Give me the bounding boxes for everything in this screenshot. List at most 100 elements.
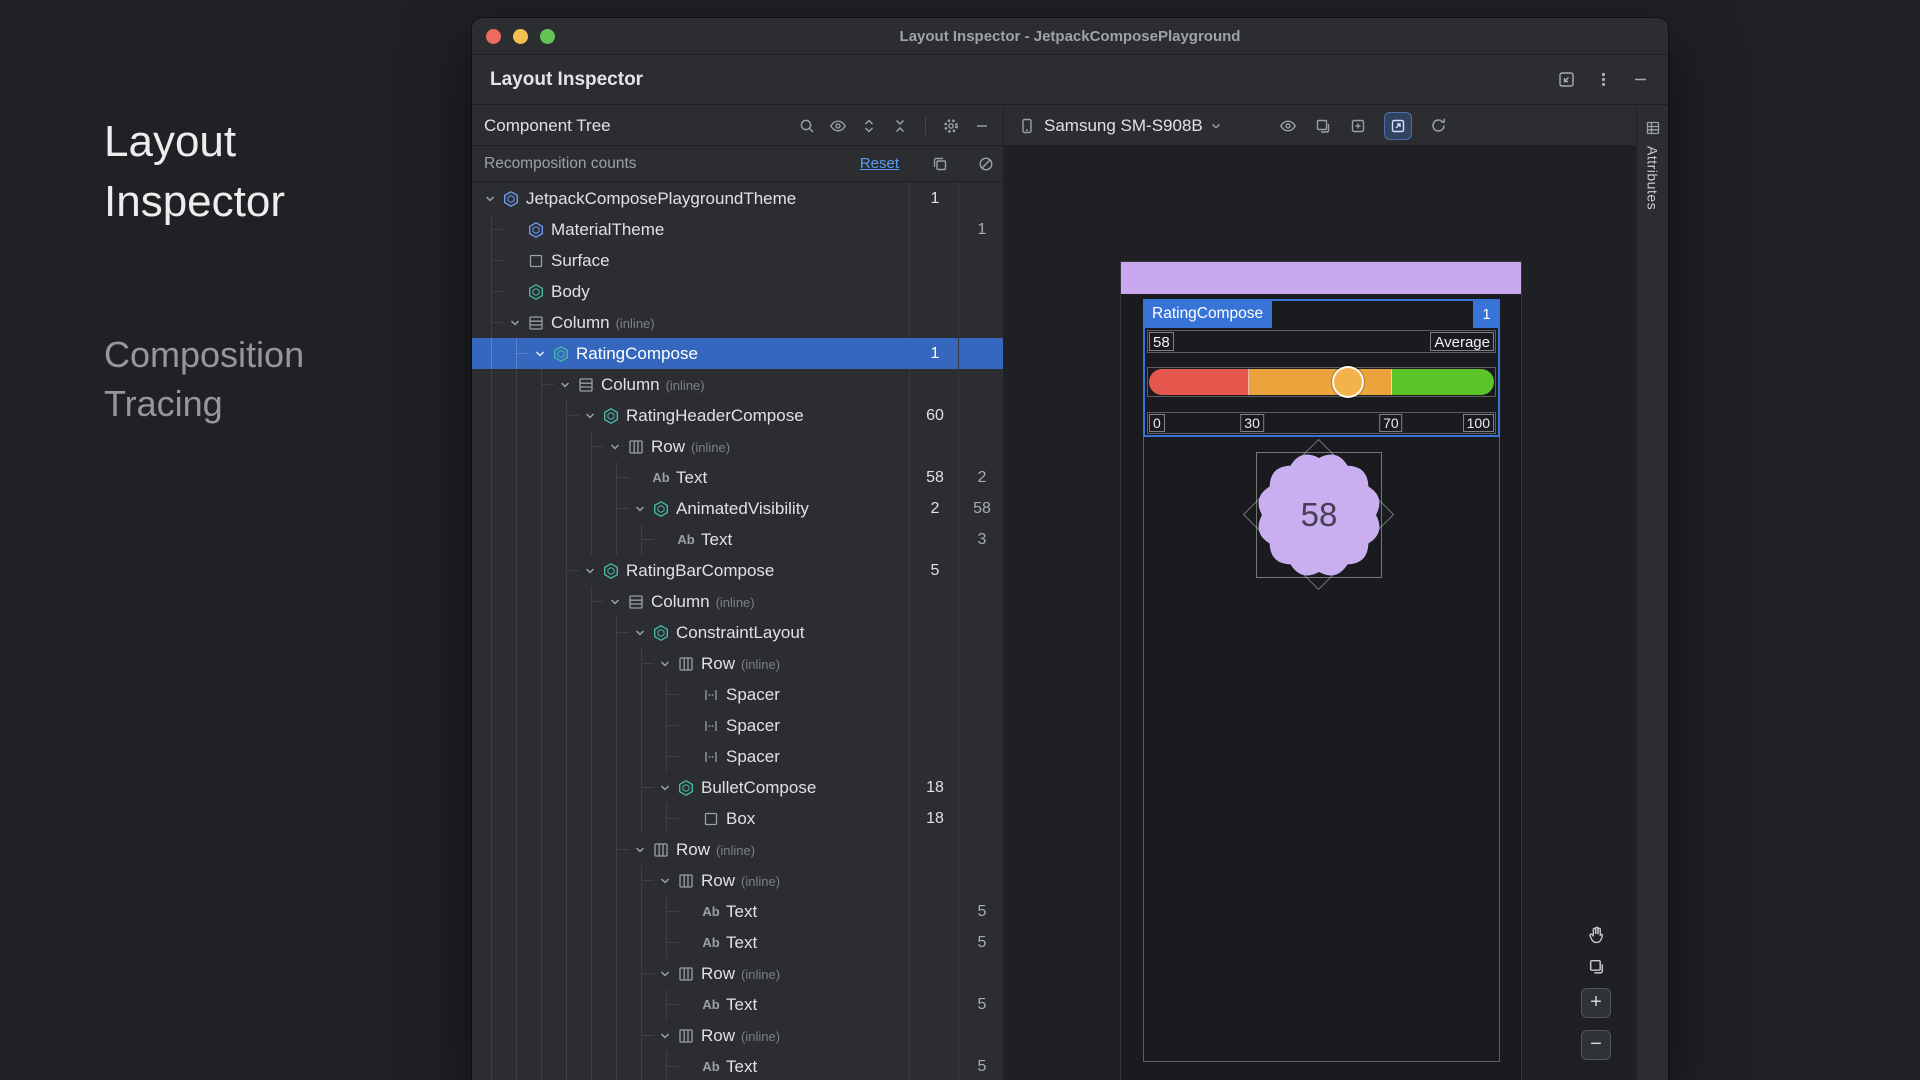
zoom-window-button[interactable] xyxy=(540,29,555,44)
tree-node-jetpackcomposeplaygroundtheme[interactable]: JetpackComposePlaygroundTheme1 xyxy=(472,183,1003,214)
row-icon xyxy=(675,655,697,673)
chevron-down-icon[interactable] xyxy=(505,316,525,330)
snapshot-icon[interactable] xyxy=(1349,117,1367,135)
tree-node-column[interactable]: Column(inline) xyxy=(472,369,1003,400)
tree-node-label: Row xyxy=(701,1026,735,1046)
attributes-strip[interactable]: Attributes xyxy=(1636,106,1668,1080)
chevron-down-icon[interactable] xyxy=(655,874,675,888)
settings-gear-icon[interactable] xyxy=(942,117,960,135)
zoom-in-button[interactable]: + xyxy=(1581,988,1611,1018)
tree-node-ratingcompose[interactable]: RatingCompose1 xyxy=(472,338,1003,369)
tree-node-row[interactable]: Row(inline) xyxy=(472,958,1003,989)
expand-all-icon[interactable] xyxy=(860,117,878,135)
inline-tag: (inline) xyxy=(716,841,755,858)
tree-node-body[interactable]: Body xyxy=(472,276,1003,307)
tree-node-row[interactable]: Row(inline) xyxy=(472,865,1003,896)
tree-node-ratingheadercompose[interactable]: RatingHeaderCompose60 xyxy=(472,400,1003,431)
compose-icon xyxy=(600,407,622,425)
chevron-down-icon[interactable] xyxy=(630,502,650,516)
visibility-icon[interactable] xyxy=(829,117,847,135)
rating-scale: 03070100 xyxy=(1147,412,1496,434)
chevron-down-icon[interactable] xyxy=(605,440,625,454)
slide-title-line2: Inspector xyxy=(104,172,285,232)
chevron-down-icon[interactable] xyxy=(580,564,600,578)
rating-bar-bounds xyxy=(1147,367,1496,397)
chevron-down-icon[interactable] xyxy=(580,409,600,423)
copy-counts-icon[interactable] xyxy=(931,155,949,173)
chevron-down-icon[interactable] xyxy=(630,843,650,857)
tree-node-spacer[interactable]: Spacer xyxy=(472,741,1003,772)
traffic-lights xyxy=(486,29,555,44)
slide-subtitle: Composition Tracing xyxy=(104,330,304,428)
tree-node-label: Text xyxy=(726,902,757,922)
chevron-down-icon xyxy=(1211,122,1221,130)
hide-panel-icon[interactable] xyxy=(973,117,991,135)
device-viewport: RatingCompose 1 58 Average 03070100 58 xyxy=(1004,146,1636,1080)
reset-counts-link[interactable]: Reset xyxy=(860,155,899,172)
chevron-down-icon[interactable] xyxy=(630,626,650,640)
zoom-out-button[interactable]: − xyxy=(1581,1030,1611,1060)
seal-value: 58 xyxy=(1249,445,1389,585)
refresh-icon[interactable] xyxy=(1429,116,1448,135)
tree-node-box[interactable]: Box18 xyxy=(472,803,1003,834)
chevron-down-icon[interactable] xyxy=(480,192,500,206)
pan-hand-icon[interactable] xyxy=(1586,924,1607,945)
view-options-icon[interactable] xyxy=(1279,117,1297,135)
compose-icon xyxy=(550,345,572,363)
tree-node-animatedvisibility[interactable]: AnimatedVisibility258 xyxy=(472,493,1003,524)
compose-icon xyxy=(650,624,672,642)
spacer-icon xyxy=(700,717,722,735)
tree-node-row[interactable]: Row(inline) xyxy=(472,431,1003,462)
device-selector[interactable]: Samsung SM-S908B xyxy=(1018,116,1221,136)
search-icon[interactable] xyxy=(798,117,816,135)
tree-node-label: Row xyxy=(701,871,735,891)
chevron-down-icon[interactable] xyxy=(655,967,675,981)
skip-count: 3 xyxy=(967,531,997,549)
tree-node-constraintlayout[interactable]: ConstraintLayout xyxy=(472,617,1003,648)
tree-node-spacer[interactable]: Spacer xyxy=(472,710,1003,741)
text-icon: Ab xyxy=(675,532,697,547)
live-updates-toggle[interactable] xyxy=(1384,112,1412,140)
dock-window-icon[interactable] xyxy=(1557,70,1576,89)
tree-node-text[interactable]: AbText5 xyxy=(472,1051,1003,1080)
collapse-all-icon[interactable] xyxy=(891,117,909,135)
recomposition-count-badge: 1 xyxy=(1473,301,1500,328)
tree-node-row[interactable]: Row(inline) xyxy=(472,648,1003,679)
tree-node-spacer[interactable]: Spacer xyxy=(472,679,1003,710)
tree-node-text[interactable]: AbText3 xyxy=(472,524,1003,555)
inline-tag: (inline) xyxy=(741,1027,780,1044)
tree-node-ratingbarcompose[interactable]: RatingBarCompose5 xyxy=(472,555,1003,586)
chevron-down-icon[interactable] xyxy=(555,378,575,392)
chevron-down-icon[interactable] xyxy=(605,595,625,609)
chevron-down-icon[interactable] xyxy=(655,781,675,795)
tree-node-column[interactable]: Column(inline) xyxy=(472,586,1003,617)
tree-node-materialtheme[interactable]: MaterialTheme1 xyxy=(472,214,1003,245)
close-window-button[interactable] xyxy=(486,29,501,44)
tree-node-row[interactable]: Row(inline) xyxy=(472,834,1003,865)
component-tree: JetpackComposePlaygroundTheme1MaterialTh… xyxy=(472,182,1003,1080)
tree-node-text[interactable]: AbText5 xyxy=(472,896,1003,927)
tree-node-label: Text xyxy=(676,468,707,488)
chevron-down-icon[interactable] xyxy=(655,657,675,671)
tree-node-text[interactable]: AbText5 xyxy=(472,927,1003,958)
tree-node-bulletcompose[interactable]: BulletCompose18 xyxy=(472,772,1003,803)
chevron-down-icon[interactable] xyxy=(655,1029,675,1043)
more-options-icon[interactable] xyxy=(1594,70,1613,89)
tree-node-text[interactable]: AbText582 xyxy=(472,462,1003,493)
row-icon xyxy=(650,841,672,859)
inline-tag: (inline) xyxy=(666,376,705,393)
layers-3d-icon[interactable] xyxy=(1314,117,1332,135)
device-screen[interactable]: RatingCompose 1 58 Average 03070100 58 xyxy=(1120,261,1522,1080)
clear-counts-icon[interactable] xyxy=(977,155,995,173)
tree-node-column[interactable]: Column(inline) xyxy=(472,307,1003,338)
tree-node-row[interactable]: Row (inline) xyxy=(472,1020,1003,1051)
skip-count: 2 xyxy=(967,469,997,487)
minimize-window-button[interactable] xyxy=(513,29,528,44)
tree-node-surface[interactable]: Surface xyxy=(472,245,1003,276)
hide-tool-window-icon[interactable] xyxy=(1631,70,1650,89)
chevron-down-icon[interactable] xyxy=(530,347,550,361)
tree-node-text[interactable]: AbText5 xyxy=(472,989,1003,1020)
inline-tag: (inline) xyxy=(716,593,755,610)
reset-zoom-icon[interactable] xyxy=(1587,957,1606,976)
skip-count: 5 xyxy=(967,934,997,952)
